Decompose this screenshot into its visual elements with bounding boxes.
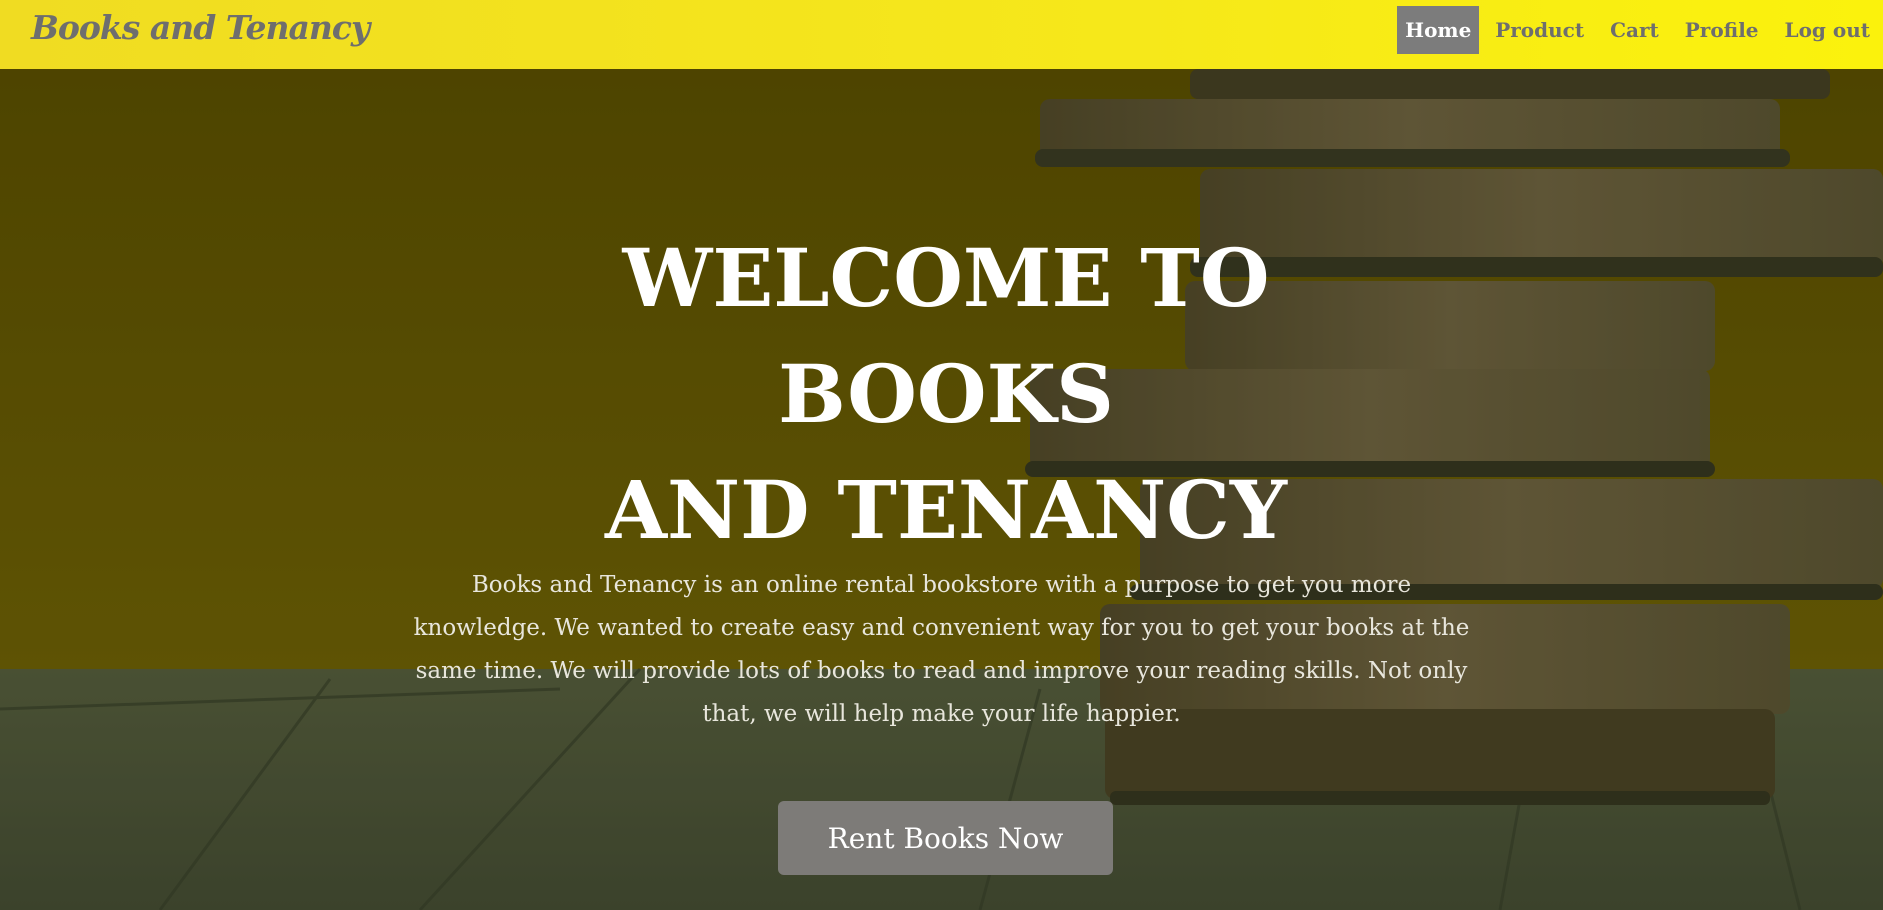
nav-home-link[interactable]: Home [1397,6,1480,54]
nav-cart-link[interactable]: Cart [1597,6,1672,54]
hero-title-line-2: AND TENANCY [604,463,1288,557]
nav-product-link[interactable]: Product [1482,6,1597,54]
brand-logo-link[interactable]: Books and Tenancy [31,8,370,47]
nav-logout-link[interactable]: Log out [1772,6,1883,54]
hero-section: WELCOME TO BOOKS AND TENANCY Books and T… [0,69,1883,910]
hero-title: WELCOME TO BOOKS AND TENANCY [441,220,1451,568]
rent-books-now-button[interactable]: Rent Books Now [778,801,1113,875]
hero-description: Books and Tenancy is an online rental bo… [413,572,1470,727]
nav-links: Home Product Cart Profile Log out [1397,6,1883,54]
top-navbar: Books and Tenancy Home Product Cart Prof… [0,0,1883,69]
nav-profile-link[interactable]: Profile [1672,6,1772,54]
hero-title-line-1: WELCOME TO BOOKS [622,231,1270,441]
